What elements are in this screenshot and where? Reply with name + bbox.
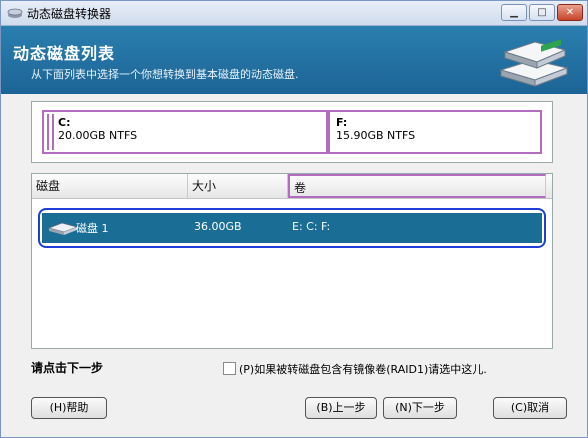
list-item[interactable]: 磁盘 1 36.00GB E: C: F: <box>38 208 546 248</box>
column-disk[interactable]: 磁盘 <box>32 174 188 198</box>
volume-map: C: 20.00GB NTFS F: 15.90GB NTFS <box>31 101 553 163</box>
disk-list[interactable]: 磁盘 大小 卷 磁盘 1 36.00GB E: C: F: <box>31 173 553 349</box>
raid-checkbox[interactable] <box>223 362 236 375</box>
close-icon: ✕ <box>565 7 575 18</box>
raid-option[interactable]: (P)如果被转磁盘包含有镜像卷(RAID1)请选中这儿. <box>223 361 487 377</box>
column-size[interactable]: 大小 <box>188 174 288 198</box>
minimize-icon: ▁ <box>510 7 518 18</box>
page-subtitle: 从下面列表中选择一个你想转换到基本磁盘的动态磁盘. <box>31 68 299 81</box>
maximize-icon: □ <box>537 7 547 18</box>
row-disk-size: 36.00GB <box>194 220 242 233</box>
list-header: 磁盘 大小 卷 <box>32 174 552 199</box>
volume-c-size: 20.00GB NTFS <box>58 129 138 142</box>
column-volume[interactable]: 卷 <box>288 174 546 198</box>
page-title: 动态磁盘列表 <box>13 44 116 63</box>
hard-disk-icon <box>48 222 78 235</box>
app-icon <box>7 8 23 18</box>
dialog-window: 动态磁盘转换器 ▁ □ ✕ 动态磁盘列表 从下面列表中选择一个你想转换到基本磁盘… <box>0 0 588 438</box>
cancel-button[interactable]: (C)取消 <box>493 397 567 419</box>
maximize-button[interactable]: □ <box>529 4 555 21</box>
window-title: 动态磁盘转换器 <box>27 7 112 21</box>
row-disk-volumes: E: C: F: <box>292 220 331 233</box>
volume-c-name: C: <box>58 116 71 129</box>
volume-c[interactable]: C: 20.00GB NTFS <box>42 110 328 154</box>
raid-checkbox-label[interactable]: (P)如果被转磁盘包含有镜像卷(RAID1)请选中这儿. <box>239 363 487 376</box>
help-button[interactable]: (H)帮助 <box>31 397 107 419</box>
title-bar[interactable]: 动态磁盘转换器 ▁ □ ✕ <box>1 1 587 26</box>
minimize-button[interactable]: ▁ <box>501 4 527 21</box>
selected-row-highlight: 磁盘 1 36.00GB E: C: F: <box>42 213 542 243</box>
volume-f-size: 15.90GB NTFS <box>336 129 416 142</box>
back-button[interactable]: (B)上一步 <box>305 397 377 419</box>
next-button[interactable]: (N)下一步 <box>383 397 457 419</box>
row-disk-name: 磁盘 1 <box>76 222 109 235</box>
volume-c-marker <box>47 114 54 150</box>
volume-f-name: F: <box>336 116 348 129</box>
disk-stack-icon <box>499 39 569 87</box>
instruction-text: 请点击下一步 <box>31 361 104 375</box>
close-button[interactable]: ✕ <box>557 4 583 21</box>
volume-f[interactable]: F: 15.90GB NTFS <box>328 110 542 154</box>
wizard-header: 动态磁盘列表 从下面列表中选择一个你想转换到基本磁盘的动态磁盘. <box>1 26 587 94</box>
